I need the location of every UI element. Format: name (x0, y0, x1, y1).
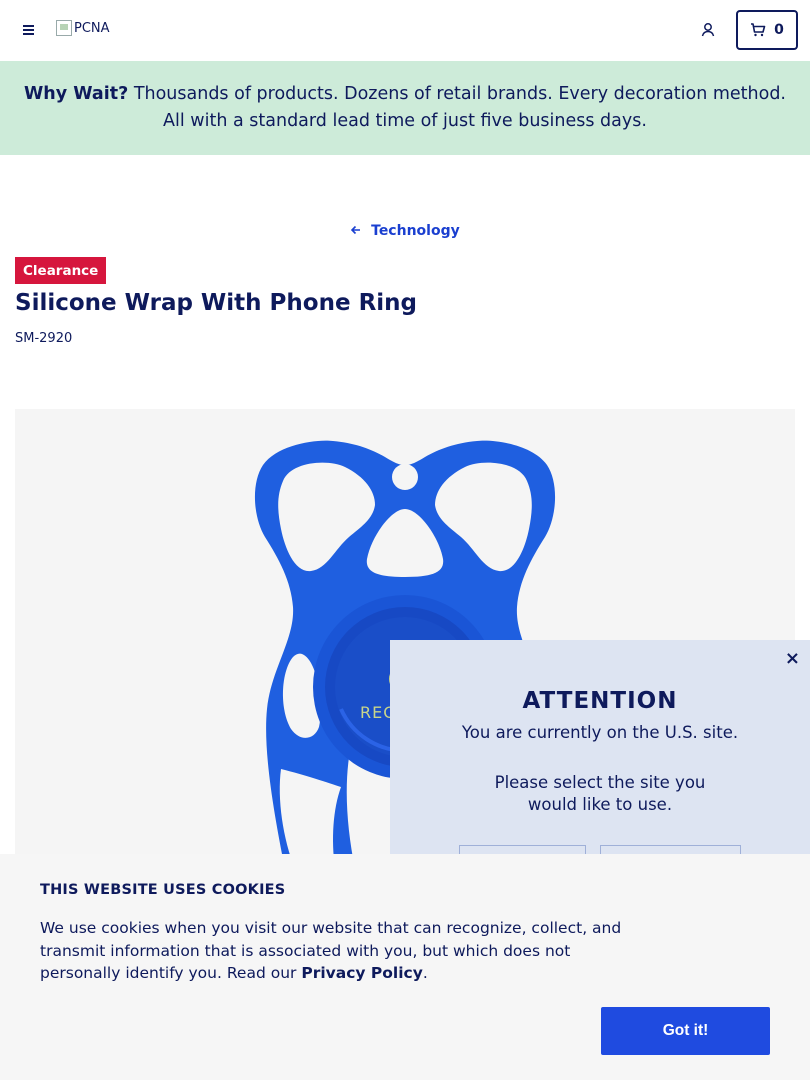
clearance-badge: Clearance (15, 257, 107, 284)
cookie-title: THIS WEBSITE USES COOKIES (40, 882, 286, 898)
cookie-period: . (422, 964, 428, 982)
hamburger-icon (23, 25, 34, 35)
product-sku: SM-2920 (15, 331, 73, 346)
close-icon[interactable]: × (785, 648, 800, 669)
site-logo[interactable]: PCNA (56, 20, 110, 36)
logo-alt-text: PCNA (74, 20, 110, 36)
cookie-banner: THIS WEBSITE USES COOKIES We use cookies… (0, 854, 810, 1080)
cart-button[interactable]: 0 (736, 10, 798, 50)
account-button[interactable] (698, 20, 718, 40)
user-icon (701, 23, 715, 37)
arrow-left-icon (350, 223, 367, 239)
modal-instruction: Please select the site you would like to… (494, 773, 706, 814)
cart-count: 0 (774, 22, 784, 38)
site-selector-modal: × ATTENTION You are currently on the U.S… (390, 640, 810, 885)
accept-cookies-button[interactable]: Got it! (601, 1007, 770, 1055)
modal-current-site: You are currently on the U.S. site. (461, 723, 739, 742)
promo-text: Why Wait? Thousands of products. Dozens … (14, 81, 796, 135)
promo-body: Thousands of products. Dozens of retail … (128, 84, 786, 131)
cart-icon (751, 23, 766, 37)
privacy-policy-link[interactable]: Privacy Policy (301, 964, 423, 982)
promo-banner: Why Wait? Thousands of products. Dozens … (0, 61, 810, 155)
site-header: PCNA 0 (0, 0, 810, 61)
promo-lead: Why Wait? (23, 84, 129, 104)
modal-title: ATTENTION (522, 688, 678, 714)
breadcrumb[interactable]: Technology (0, 223, 810, 239)
cookie-text: We use cookies when you visit our websit… (40, 917, 630, 985)
broken-image-icon (56, 20, 72, 36)
product-title: Silicone Wrap With Phone Ring (15, 290, 418, 316)
menu-button[interactable] (18, 20, 38, 40)
breadcrumb-label: Technology (371, 223, 460, 239)
